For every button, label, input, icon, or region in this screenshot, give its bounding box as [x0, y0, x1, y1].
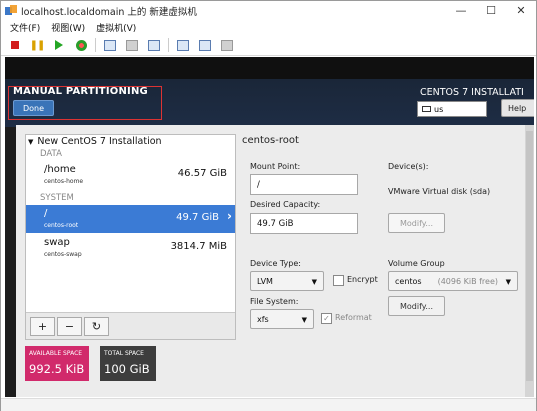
total-space-box: TOTAL SPACE 100 GiB [100, 346, 156, 381]
device-name: centos-root [44, 222, 79, 229]
file-system-value: xfs [257, 314, 269, 324]
available-space-box: AVAILABLE SPACE 992.5 KiB [25, 346, 89, 381]
installation-title: CENTOS 7 INSTALLATI [420, 87, 524, 98]
mount-point-field[interactable]: / [250, 174, 358, 195]
devices-label: Device(s): [388, 162, 429, 171]
manage-snapshots-icon[interactable] [146, 37, 162, 53]
maximize-button[interactable]: ☐ [476, 1, 506, 20]
partition-size: 49.7 GiB [176, 212, 219, 223]
desired-capacity-label: Desired Capacity: [250, 200, 321, 209]
section-label-system: SYSTEM [40, 193, 74, 203]
installation-header[interactable]: ▼ New CentOS 7 Installation [28, 136, 162, 147]
total-space-label: TOTAL SPACE [104, 350, 144, 357]
modify-devices-button[interactable]: Modify... [388, 213, 445, 233]
menu-bar: 文件(F) 视图(W) 虚拟机(V) [1, 20, 536, 35]
keyboard-layout-label: us [434, 104, 444, 114]
help-button[interactable]: Help [501, 99, 534, 117]
chevron-down-icon: ▼ [301, 316, 307, 324]
toolbar-separator [168, 38, 169, 52]
reset-storage-button[interactable]: ↻ [84, 317, 109, 336]
unity-icon[interactable] [197, 37, 213, 53]
section-label-data: DATA [40, 149, 62, 159]
reformat-label: Reformat [335, 313, 372, 322]
modify-volume-group-button[interactable]: Modify... [388, 296, 445, 316]
toolbar-separator [95, 38, 96, 52]
volume-group-free: (4096 KiB free) [437, 276, 499, 286]
menu-vm[interactable]: 虚拟机(V) [96, 21, 136, 34]
volume-group-dropdown[interactable]: centos (4096 KiB free) ▼ [388, 271, 518, 291]
device-type-label: Device Type: [250, 259, 301, 268]
reformat-checkbox[interactable]: ✓ [321, 313, 332, 324]
pause-icon[interactable]: ❚❚ [29, 37, 46, 53]
revert-icon[interactable] [124, 37, 140, 53]
mount-point-name: swap [44, 237, 70, 248]
reset-icon[interactable] [73, 37, 89, 53]
title-bar: localhost.localdomain 上的 新建虚拟机 — ☐ ✕ [1, 1, 536, 20]
desired-capacity-field[interactable]: 49.7 GiB [250, 213, 358, 234]
volume-group-name: centos [395, 276, 422, 286]
vmware-app-icon [5, 4, 17, 17]
menu-view[interactable]: 视图(W) [51, 21, 85, 34]
mount-point-name: /home [44, 164, 76, 175]
toolbar: ❚❚ [1, 35, 536, 56]
list-controls: + − ↻ [26, 312, 235, 339]
expand-arrow-icon[interactable]: ▼ [28, 138, 33, 146]
vm-window: localhost.localdomain 上的 新建虚拟机 — ☐ ✕ 文件(… [0, 0, 537, 411]
device-name: centos-home [44, 178, 84, 185]
file-system-dropdown[interactable]: xfs ▼ [250, 309, 314, 329]
close-button[interactable]: ✕ [506, 1, 536, 20]
snapshot-icon[interactable] [102, 37, 118, 53]
available-space-value: 992.5 KiB [29, 362, 85, 376]
partition-content: ▼ New CentOS 7 Installation DATA /home c… [16, 125, 525, 397]
available-space-label: AVAILABLE SPACE [29, 350, 83, 357]
highlight-box [8, 86, 162, 120]
partition-size: 3814.7 MiB [170, 241, 227, 252]
keyboard-layout-indicator[interactable]: us [417, 101, 487, 117]
device-type-value: LVM [257, 276, 273, 286]
partition-size: 46.57 GiB [177, 168, 227, 179]
settings-icon[interactable] [219, 37, 235, 53]
mount-point-name: / [44, 208, 48, 219]
volume-group-label: Volume Group [388, 259, 445, 268]
list-item-root[interactable]: / centos-root 49.7 GiB › [26, 205, 235, 233]
power-off-icon[interactable] [7, 37, 23, 53]
vm-screen[interactable]: MANUAL PARTITIONING Done CENTOS 7 INSTAL… [5, 57, 534, 397]
window-title: localhost.localdomain 上的 新建虚拟机 [21, 6, 197, 18]
content-scrollbar[interactable] [525, 125, 534, 397]
minimize-button[interactable]: — [446, 1, 476, 20]
add-mount-point-button[interactable]: + [30, 317, 55, 336]
total-space-value: 100 GiB [104, 362, 150, 376]
encrypt-label: Encrypt [347, 275, 378, 284]
chevron-down-icon: ▼ [311, 278, 317, 286]
play-icon[interactable] [51, 37, 67, 53]
menu-file[interactable]: 文件(F) [10, 21, 40, 34]
fullscreen-icon[interactable] [175, 37, 191, 53]
keyboard-icon [422, 106, 431, 112]
remove-mount-point-button[interactable]: − [57, 317, 82, 336]
status-bar [1, 398, 536, 411]
device-name: centos-swap [44, 251, 82, 258]
installation-label: New CentOS 7 Installation [37, 136, 162, 147]
mount-point-label: Mount Point: [250, 162, 301, 171]
file-system-label: File System: [250, 297, 299, 306]
selected-device-title: centos-root [242, 135, 299, 146]
list-item-swap[interactable]: swap centos-swap 3814.7 MiB [26, 234, 235, 262]
device-type-dropdown[interactable]: LVM ▼ [250, 271, 324, 291]
encrypt-checkbox[interactable] [333, 275, 344, 286]
scrollbar-thumb[interactable] [526, 131, 533, 381]
installer-header: MANUAL PARTITIONING Done CENTOS 7 INSTAL… [5, 57, 534, 127]
list-item-home[interactable]: /home centos-home 46.57 GiB [26, 161, 235, 189]
mount-point-list: ▼ New CentOS 7 Installation DATA /home c… [25, 134, 236, 340]
devices-value: VMware Virtual disk (sda) [388, 187, 491, 196]
chevron-right-icon: › [227, 209, 232, 223]
chevron-down-icon: ▼ [505, 278, 511, 286]
